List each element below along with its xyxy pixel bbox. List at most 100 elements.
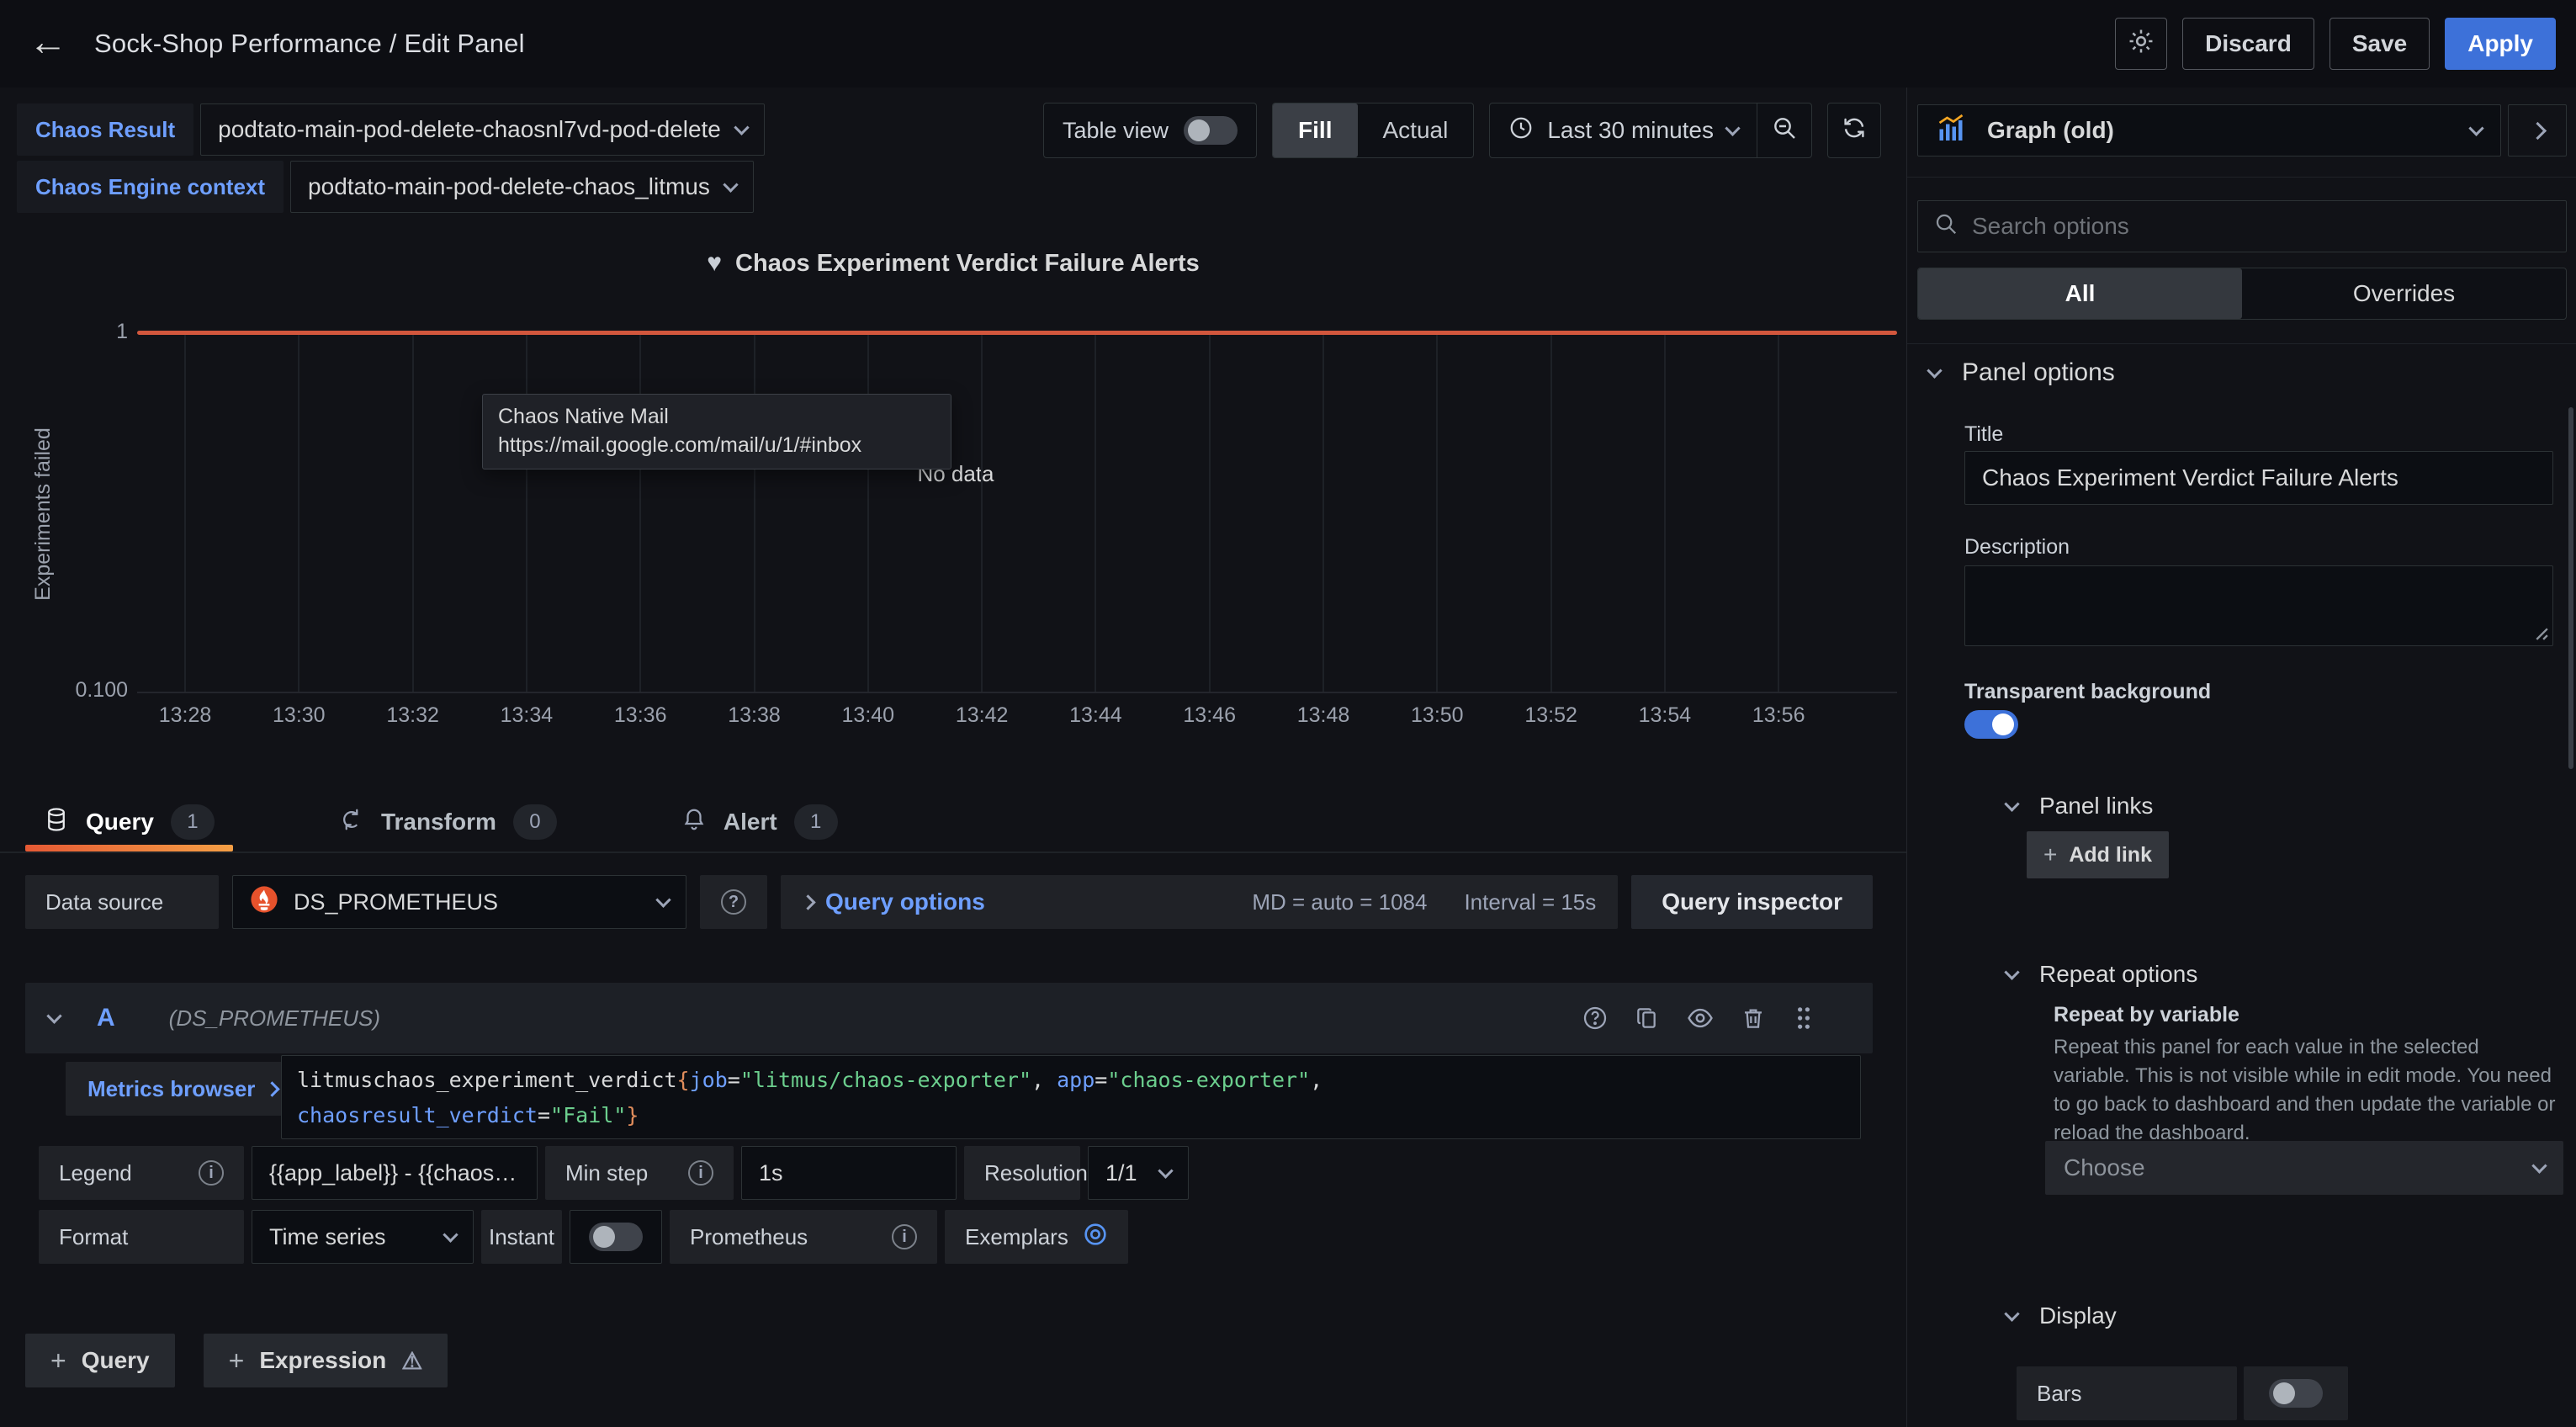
database-icon: [44, 807, 69, 838]
query-stats: MD = auto = 1084 Interval = 15s: [1252, 889, 1596, 915]
min-step-input[interactable]: [741, 1146, 957, 1200]
legend-input-field[interactable]: [269, 1160, 520, 1186]
options-search[interactable]: [1917, 200, 2567, 252]
query-row-header[interactable]: A (DS_PROMETHEUS): [25, 983, 1873, 1053]
variable-value-dropdown[interactable]: podtato-main-pod-delete-chaos_litmus: [290, 161, 754, 213]
visualization-select[interactable]: Graph (old): [1917, 104, 2501, 156]
description-field-label: Description: [1964, 535, 2070, 560]
bars-toggle[interactable]: [2269, 1379, 2323, 1408]
info-icon: i: [892, 1224, 917, 1249]
zoom-out-icon: [1771, 114, 1798, 147]
min-step-input-field[interactable]: [759, 1160, 939, 1186]
tooltip-link-url[interactable]: https://mail.google.com/mail/u/1/#inbox: [498, 432, 936, 460]
panel-options-section[interactable]: Panel options: [1929, 358, 2115, 387]
instant-toggle[interactable]: [589, 1223, 643, 1251]
data-source-select[interactable]: DS_PROMETHEUS: [232, 875, 686, 929]
back-arrow-icon[interactable]: ←: [29, 19, 67, 64]
tab-label: Alert: [724, 809, 777, 836]
code-token: =: [1095, 1068, 1107, 1092]
x-tick-label: 13:52: [1492, 703, 1610, 728]
gridline: [184, 335, 186, 692]
tab-overrides[interactable]: Overrides: [2242, 268, 2566, 319]
query-options-link[interactable]: Query options: [825, 889, 985, 915]
duplicate-query-icon[interactable]: [1634, 1005, 1661, 1032]
exemplars-label: Exemplars: [945, 1210, 1128, 1264]
section-heading: Panel options: [1962, 358, 2115, 387]
tab-transform[interactable]: Transform 0: [321, 793, 575, 851]
settings-button[interactable]: [2115, 18, 2167, 70]
save-button[interactable]: Save: [2330, 18, 2430, 70]
threshold-line: [137, 331, 1897, 335]
prometheus-icon: [250, 885, 278, 920]
tab-alert[interactable]: Alert 1: [663, 793, 856, 851]
x-tick-label: 13:32: [354, 703, 472, 728]
tab-all[interactable]: All: [1918, 268, 2242, 319]
repeat-options-section[interactable]: Repeat options: [2006, 961, 2197, 988]
table-view-toggle[interactable]: [1184, 116, 1238, 145]
panel-links-section[interactable]: Panel links: [2006, 793, 2153, 820]
transform-icon: [339, 807, 364, 838]
time-range-picker[interactable]: Last 30 minutes: [1490, 103, 1757, 157]
toggle-visibility-icon[interactable]: [1686, 1004, 1715, 1032]
plus-icon: +: [229, 1345, 245, 1377]
help-circle-icon: ?: [721, 889, 746, 915]
options-search-input[interactable]: [1972, 213, 2551, 240]
exemplars-eye-icon[interactable]: [1082, 1221, 1109, 1254]
data-source-help-button[interactable]: ?: [700, 875, 767, 929]
display-section[interactable]: Display: [2006, 1302, 2117, 1329]
query-inspector-button[interactable]: Query inspector: [1631, 875, 1873, 929]
query-help-icon[interactable]: [1582, 1005, 1609, 1032]
apply-button[interactable]: Apply: [2445, 18, 2556, 70]
info-icon: i: [199, 1160, 224, 1186]
options-scrollbar[interactable]: [2568, 407, 2573, 769]
table-view-toggle-group[interactable]: Table view: [1043, 103, 1257, 158]
chevron-down-icon: [2004, 1306, 2019, 1321]
add-query-button[interactable]: + Query: [25, 1334, 175, 1387]
resolution-select[interactable]: 1/1: [1088, 1146, 1189, 1200]
add-expression-button[interactable]: + Expression ⚠: [204, 1334, 448, 1387]
variable-value-dropdown[interactable]: podtato-main-pod-delete-chaosnl7vd-pod-d…: [200, 103, 765, 156]
panel-header[interactable]: ♥ Chaos Experiment Verdict Failure Alert…: [0, 249, 1906, 278]
collapse-pane-button[interactable]: [2508, 104, 2567, 156]
breadcrumb: Sock-Shop Performance / Edit Panel: [94, 29, 525, 59]
repeat-by-label: Repeat by variable: [2054, 1003, 2239, 1027]
time-range-label: Last 30 minutes: [1547, 117, 1714, 144]
panel-description-textarea[interactable]: [1964, 565, 2553, 646]
top-bar-actions: Discard Save Apply: [2115, 18, 2556, 70]
code-token: job: [690, 1068, 728, 1092]
x-axis-line: [137, 692, 1897, 693]
tooltip-link-title[interactable]: Chaos Native Mail: [498, 403, 936, 432]
metrics-browser-button[interactable]: Metrics browser: [66, 1062, 299, 1116]
variable-value-text: podtato-main-pod-delete-chaosnl7vd-pod-d…: [218, 116, 721, 143]
format-value: Time series: [269, 1224, 386, 1250]
repeat-variable-select[interactable]: Choose: [2045, 1141, 2563, 1195]
x-tick-label: 13:44: [1036, 703, 1154, 728]
repeat-help-text: Repeat this panel for each value in the …: [2054, 1033, 2558, 1148]
add-link-button[interactable]: + Add link: [2027, 831, 2169, 878]
actual-option[interactable]: Actual: [1358, 103, 1474, 157]
transparent-bg-toggle[interactable]: [1964, 710, 2018, 739]
refresh-button[interactable]: [1827, 103, 1881, 158]
data-source-value: DS_PROMETHEUS: [294, 889, 498, 915]
query-datasource-hint: (DS_PROMETHEUS): [169, 1005, 380, 1032]
code-token: =: [538, 1103, 550, 1127]
discard-button[interactable]: Discard: [2182, 18, 2314, 70]
metrics-browser-label: Metrics browser: [87, 1076, 255, 1102]
metrics-browser-row: Metrics browser: [66, 1062, 299, 1116]
legend-input[interactable]: [252, 1146, 538, 1200]
min-step-label: Min step i: [545, 1146, 734, 1200]
format-select[interactable]: Time series: [252, 1210, 474, 1264]
gridline: [1664, 335, 1666, 692]
top-bar: ← Sock-Shop Performance / Edit Panel Dis…: [0, 0, 2576, 88]
collapse-chevron-icon[interactable]: [46, 1008, 61, 1023]
tab-query[interactable]: Query 1: [25, 793, 233, 851]
panel-toolbar: Table view Fill Actual Last 30 minutes: [1006, 103, 1881, 158]
drag-handle-icon[interactable]: [1792, 1005, 1815, 1032]
fill-option[interactable]: Fill: [1273, 103, 1357, 157]
zoom-out-button[interactable]: [1757, 103, 1811, 157]
panel-title-input[interactable]: [1964, 451, 2553, 505]
delete-query-icon[interactable]: [1740, 1005, 1767, 1032]
min-step-label-text: Min step: [565, 1160, 648, 1186]
promql-code-editor[interactable]: litmuschaos_experiment_verdict{job="litm…: [281, 1055, 1861, 1139]
chevron-right-icon: [2528, 121, 2546, 139]
